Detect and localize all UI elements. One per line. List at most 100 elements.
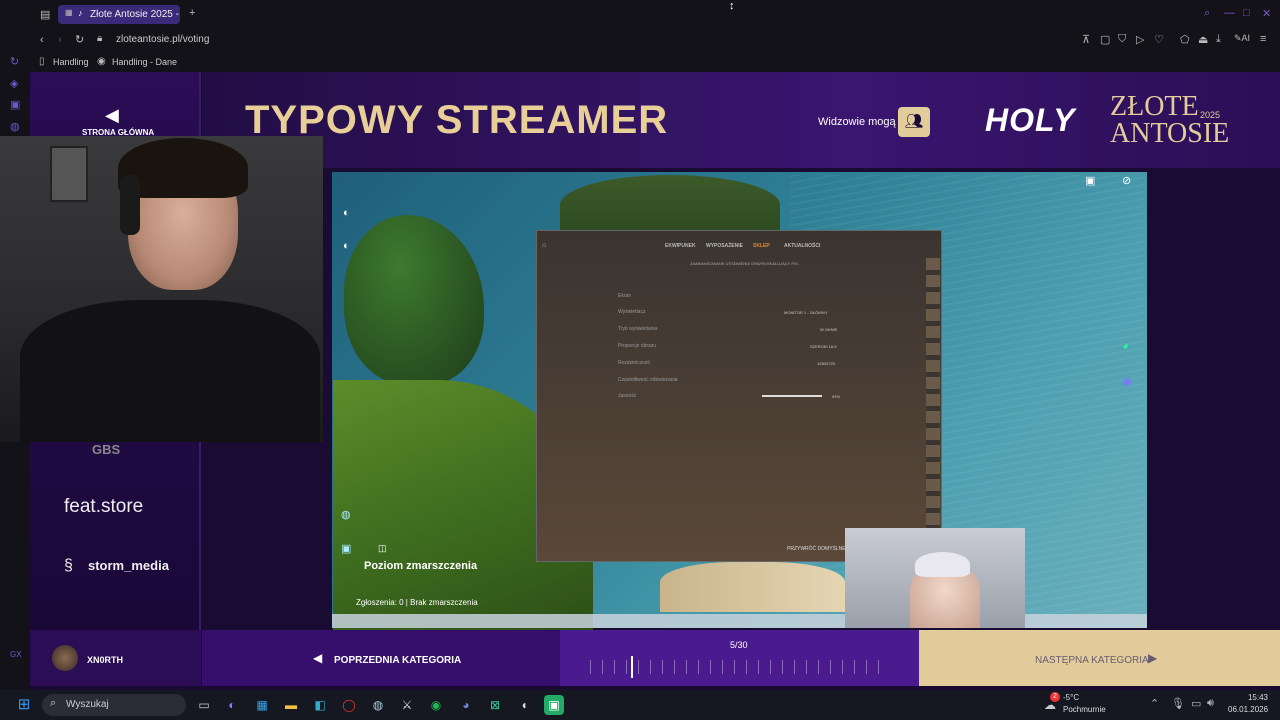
ai-icon[interactable]: ✎AI	[1234, 33, 1250, 44]
obs-icon: ◫	[378, 543, 387, 553]
arrow-left-icon: ◀	[313, 651, 323, 665]
desktop-app-icon-2: ◐	[343, 240, 350, 252]
game-subnav-advanced: ZAAWANSOWANE USTAWIENIA GRAFIKI	[690, 261, 767, 266]
outlook-icon[interactable]: ◧	[310, 695, 330, 715]
search-glass-icon: ⌕	[50, 697, 57, 709]
weather-badge: 2	[1050, 692, 1060, 702]
back-icon[interactable]: ‹	[40, 34, 44, 46]
address-bar	[30, 28, 1280, 52]
network-icon[interactable]: ▭	[1191, 697, 1201, 710]
search-box[interactable]: Wyszukaj	[42, 694, 186, 716]
app-active-icon[interactable]: ▣	[544, 695, 564, 715]
game-row-value: W OKNIE	[820, 327, 838, 332]
desktop-discord-icon: ◉	[1122, 376, 1132, 388]
tab-active[interactable]: Złote Antosie 2025 - N	[58, 5, 180, 24]
home-arrow-icon[interactable]: ◀	[105, 105, 119, 126]
opera-gx-icon[interactable]: ◯	[339, 695, 359, 715]
discord-icon[interactable]: ◕	[456, 695, 476, 715]
game-row-label: Częstotliwość odświeżania	[618, 377, 678, 383]
tab-audio-icon[interactable]: ♪	[78, 8, 83, 18]
chevron-up-icon[interactable]: ⌃	[1150, 697, 1159, 710]
extensions-icon[interactable]: ⬠	[1180, 33, 1190, 46]
xbox-icon[interactable]: ⊠	[485, 695, 505, 715]
maximize-icon[interactable]: □	[1243, 7, 1250, 19]
streamer-body	[20, 300, 320, 442]
app-icon[interactable]: ⚔	[397, 695, 417, 715]
game-settings-window	[536, 230, 942, 562]
game-friends-list	[926, 258, 940, 528]
steam-icon[interactable]: ◍	[368, 695, 388, 715]
twitch-icon[interactable]: ▣	[10, 98, 20, 111]
aria-icon[interactable]: ◈	[10, 77, 18, 90]
headphones	[120, 175, 140, 235]
steam-desktop-icon: ◍	[341, 509, 351, 521]
overlay-title: Poziom zmarszczenia	[364, 560, 478, 572]
reload-icon[interactable]: ↻	[75, 33, 84, 46]
bookmark-handling-dane[interactable]: Handling - Dane	[112, 57, 177, 67]
game-row-value: MONITOR 1 - GŁÓWNY	[784, 310, 828, 315]
lock-icon[interactable]: 🔒︎	[97, 33, 102, 44]
logitech-icon[interactable]: ◖	[514, 695, 534, 715]
minimize-icon[interactable]: —	[1224, 7, 1235, 19]
game-nav-wyposazenie: WYPOSAŻENIE	[706, 243, 743, 249]
game-row-label: Rozdzielczość	[618, 360, 650, 366]
game-nav-aktualnosci: AKTUALNOŚCI	[784, 243, 821, 249]
download-icon[interactable]: ⤓	[1216, 33, 1221, 46]
avatar[interactable]	[52, 645, 78, 671]
bookmark-handling[interactable]: Handling	[53, 57, 89, 67]
clock-time[interactable]: 15:43	[1228, 693, 1268, 702]
sponsor-gbs[interactable]: GBS	[92, 442, 120, 457]
beach	[660, 562, 845, 612]
zlote-antosie-logo: ZŁOTE ANTOSIE	[1110, 91, 1230, 149]
forward-icon[interactable]: ›	[58, 34, 62, 46]
new-tab-icon[interactable]: +	[189, 7, 195, 19]
sponsor-feat-store[interactable]: feat.store	[64, 496, 143, 518]
game-row-label: Wyświetlacz	[618, 309, 646, 315]
account-icon[interactable]: ⏏	[1198, 33, 1208, 46]
arrow-right-icon: ▶	[1148, 651, 1158, 665]
search-icon[interactable]: ⌕	[1204, 7, 1210, 20]
username[interactable]: XN0RTH	[87, 655, 123, 665]
folder-icon[interactable]: ▬	[281, 695, 301, 715]
game-home-icon: ⌂	[542, 242, 547, 249]
progress-panel	[560, 630, 919, 686]
prev-category-label: POPRZEDNIA KATEGORIA	[334, 655, 462, 666]
messenger-icon[interactable]: ◍	[10, 120, 20, 133]
teams-icon[interactable]: ◐	[222, 695, 242, 715]
desktop-app-icon: ◐	[343, 207, 350, 219]
game-row-label: Tryb wyświetlania	[618, 326, 658, 332]
game-reset-button: PRZYWRÓĆ DOMYŚLNE	[787, 546, 846, 552]
pin-icon[interactable]: ⊼	[1082, 33, 1090, 46]
overlay-subtitle: Zgłoszenia: 0 | Brak zmarszczenia	[356, 598, 478, 607]
mic-icon[interactable]: 🎙︎	[1171, 697, 1185, 710]
desktop-shortcut-icon: ▣	[1085, 175, 1096, 187]
menu-icon[interactable]: ≡	[1260, 33, 1266, 45]
desktop-icon-3: ▣	[341, 543, 352, 555]
gx-icon[interactable]: GX	[10, 650, 22, 659]
play-icon[interactable]: ▷	[1136, 33, 1144, 46]
tab-favicon-icon: ▦	[65, 8, 73, 17]
category-counter: 5/30	[730, 640, 748, 650]
show-desktop-button[interactable]	[1274, 690, 1280, 720]
clock-date[interactable]: 06.01.2026	[1228, 705, 1268, 714]
game-brightness-slider	[762, 395, 822, 397]
store-icon[interactable]: ▦	[252, 695, 272, 715]
task-view-icon[interactable]: ▭	[194, 695, 214, 715]
volume-icon[interactable]: 🔊︎	[1207, 697, 1214, 710]
start-icon[interactable]: ⊞	[14, 695, 34, 715]
adblock-icon[interactable]: ⛉	[1118, 33, 1126, 46]
tab-menu-icon[interactable]: ▤	[40, 8, 50, 21]
snapshot-icon[interactable]: ▢	[1100, 33, 1110, 46]
sponsor-storm-media[interactable]: storm_media	[88, 558, 169, 573]
spotify-icon[interactable]: ◉	[426, 695, 446, 715]
desktop-shortcut-icon-2: ⊘	[1122, 175, 1132, 187]
logo-year: 2025	[1200, 110, 1221, 120]
heart-icon[interactable]: ♡	[1154, 33, 1164, 46]
url-field[interactable]: zloteantosie.pl/voting	[116, 34, 209, 45]
viewers-icon[interactable]: 👥︎	[898, 107, 930, 137]
game-row-label: Ekran	[618, 293, 632, 299]
close-icon[interactable]: ✕	[1262, 7, 1271, 20]
refresh-sidebar-icon[interactable]: ↻	[10, 55, 19, 68]
game-row-label: Proporcje obrazu	[618, 343, 657, 349]
distant-cliff	[560, 175, 780, 235]
